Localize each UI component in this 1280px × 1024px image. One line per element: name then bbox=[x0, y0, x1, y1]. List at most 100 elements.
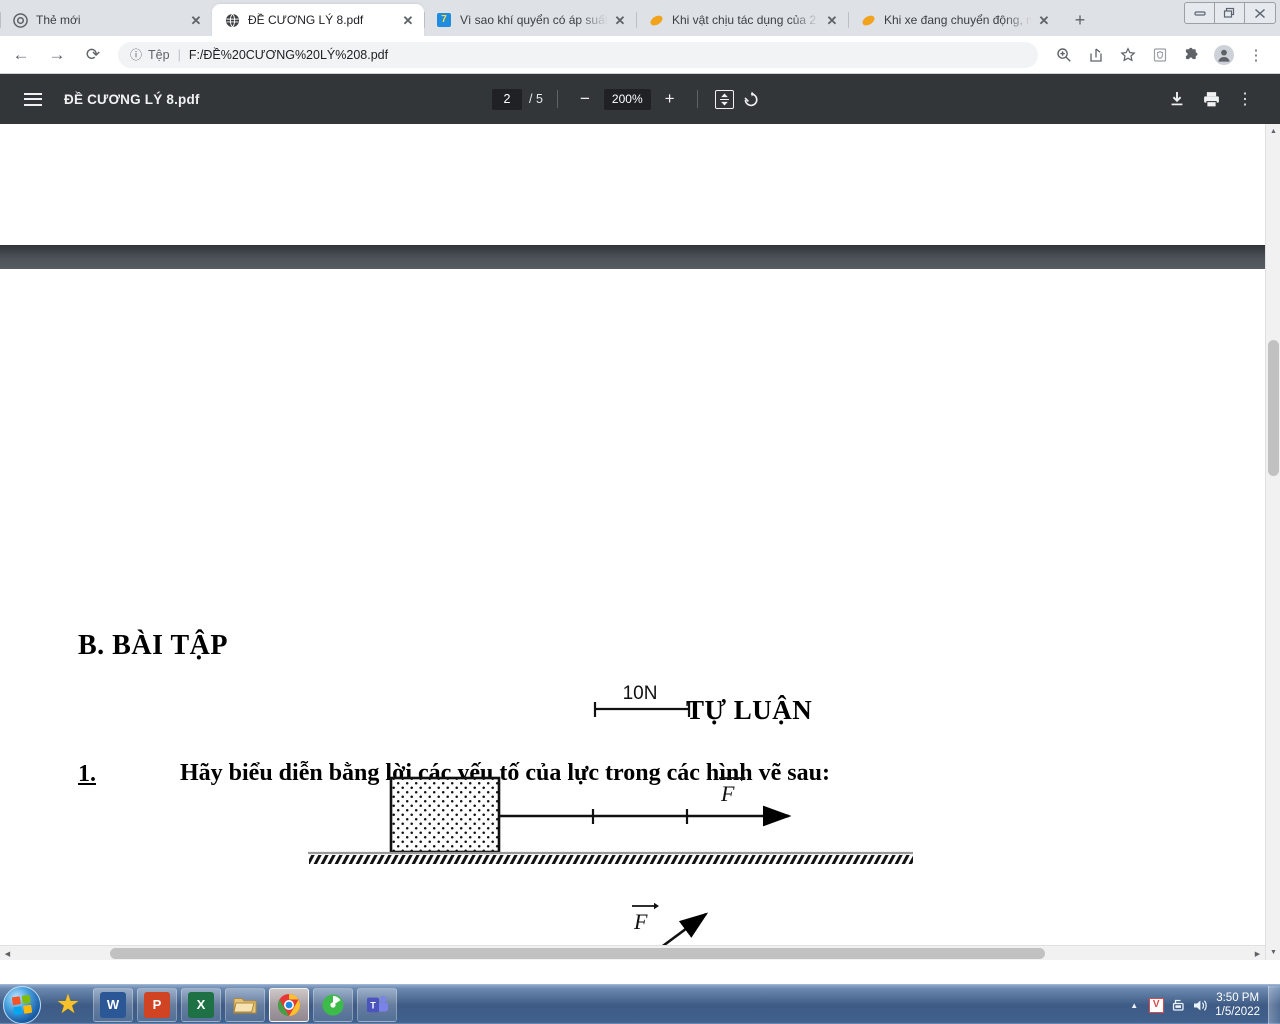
tab-close-button[interactable]: ✕ bbox=[400, 12, 416, 28]
taskbar-item-powerpoint[interactable]: P bbox=[137, 987, 177, 1022]
tab-close-button[interactable]: ✕ bbox=[612, 12, 628, 28]
pdf-more-options-button[interactable]: ⋮ bbox=[1228, 82, 1262, 116]
horizontal-scroll-thumb[interactable] bbox=[110, 948, 1045, 959]
divider bbox=[556, 90, 558, 108]
vertical-scrollbar[interactable]: ▲ ▼ bbox=[1265, 124, 1280, 960]
tab-title: Khi xe đang chuyển động, m bbox=[884, 13, 1032, 27]
taskbar-app-group: W P X T bbox=[93, 987, 397, 1022]
browser-tab-2-active[interactable]: ĐỀ CƯƠNG LÝ 8.pdf ✕ bbox=[212, 4, 424, 36]
taskbar-item-word[interactable]: W bbox=[93, 987, 133, 1022]
tab-title: ĐỀ CƯƠNG LÝ 8.pdf bbox=[248, 13, 364, 27]
zoom-in-icon[interactable] bbox=[1050, 41, 1078, 69]
close-window-button[interactable] bbox=[1245, 3, 1275, 23]
page-number-input[interactable]: 2 bbox=[492, 88, 522, 110]
system-tray: ▲ V 3:50 PM 1/5/2022 bbox=[1123, 985, 1280, 1024]
pdf-actions: ⋮ bbox=[1160, 74, 1262, 124]
windows-logo-icon bbox=[11, 994, 33, 1015]
powerpoint-icon: P bbox=[144, 991, 170, 1018]
zoom-level-label[interactable]: 200% bbox=[603, 88, 651, 110]
taskbar-item-teams[interactable]: T bbox=[357, 987, 397, 1022]
file-explorer-icon bbox=[232, 992, 258, 1018]
show-desktop-button[interactable] bbox=[1268, 986, 1280, 1024]
browser-tab-3[interactable]: 7 Vì sao khí quyển có áp suất ? ✕ bbox=[424, 4, 636, 36]
chrome-icon bbox=[276, 992, 302, 1018]
svg-text:F: F bbox=[633, 909, 648, 934]
word-icon: W bbox=[100, 991, 126, 1018]
omnibox-separator: | bbox=[177, 47, 181, 62]
extensions-puzzle-icon[interactable] bbox=[1178, 41, 1206, 69]
print-button[interactable] bbox=[1194, 82, 1228, 116]
download-button[interactable] bbox=[1160, 82, 1194, 116]
volume-icon[interactable] bbox=[1189, 993, 1211, 1017]
tab-strip: Thẻ mới ✕ ĐỀ CƯƠNG LÝ 8.pdf ✕ 7 Vì sao k… bbox=[0, 0, 1280, 36]
bookmark-star-icon[interactable] bbox=[1114, 41, 1142, 69]
teams-icon: T bbox=[364, 992, 390, 1018]
zoom-out-button[interactable]: − bbox=[572, 86, 598, 112]
tab-title: Thẻ mới bbox=[36, 13, 81, 27]
pdf-page-viewport[interactable]: B. BÀI TẬP TỰ LUẬN 1. Hãy biểu diễn bằng… bbox=[0, 124, 1280, 960]
profile-avatar-icon[interactable] bbox=[1210, 41, 1238, 69]
page-separator: / bbox=[529, 92, 533, 106]
show-hidden-icons-icon[interactable]: ▲ bbox=[1123, 993, 1145, 1017]
vertical-scroll-thumb[interactable] bbox=[1268, 340, 1279, 476]
share-icon[interactable] bbox=[1082, 41, 1110, 69]
scroll-right-button[interactable]: ▶ bbox=[1250, 946, 1265, 961]
browser-tab-5[interactable]: Khi xe đang chuyển động, m ✕ bbox=[848, 4, 1060, 36]
favorites-star-icon[interactable]: ★ bbox=[51, 988, 85, 1022]
taskbar-item-chrome[interactable] bbox=[269, 987, 309, 1022]
unikey-letter: V bbox=[1148, 997, 1164, 1013]
scroll-down-button[interactable]: ▼ bbox=[1266, 945, 1280, 960]
shield-icon[interactable] bbox=[1146, 41, 1174, 69]
green-app-icon bbox=[320, 992, 346, 1018]
physics-figure-2: F bbox=[632, 902, 709, 960]
excel-icon: X bbox=[188, 991, 214, 1018]
unikey-icon[interactable]: V bbox=[1145, 993, 1167, 1017]
taskbar-item-excel[interactable]: X bbox=[181, 987, 221, 1022]
divider bbox=[696, 90, 698, 108]
clock-time: 3:50 PM bbox=[1216, 992, 1260, 1004]
new-tab-button[interactable]: + bbox=[1066, 6, 1094, 34]
browser-tab-1[interactable]: Thẻ mới ✕ bbox=[0, 4, 212, 36]
address-bar[interactable]: ⓘ Tệp | F:/ĐỀ%20CƯƠNG%20LÝ%208.pdf bbox=[118, 41, 1038, 68]
url-scheme-label: Tệp bbox=[148, 47, 170, 62]
avatar bbox=[1214, 44, 1234, 65]
tab-close-button[interactable]: ✕ bbox=[188, 12, 204, 28]
zoom-in-button[interactable]: + bbox=[657, 86, 683, 112]
svg-text:T: T bbox=[370, 1000, 376, 1010]
powerpoint-letter: P bbox=[152, 997, 162, 1012]
tab-title: Khi vật chịu tác dụng của 2 lự bbox=[672, 13, 820, 27]
forward-button[interactable]: → bbox=[42, 40, 72, 70]
browser-tab-4[interactable]: Khi vật chịu tác dụng của 2 lự ✕ bbox=[636, 4, 848, 36]
chrome-menu-icon[interactable]: ⋮ bbox=[1242, 41, 1270, 69]
taskbar-item-green-app[interactable] bbox=[313, 987, 353, 1022]
scroll-up-button[interactable]: ▲ bbox=[1266, 124, 1280, 139]
start-button[interactable] bbox=[3, 985, 41, 1024]
pdf-viewer-toolbar: ĐỀ CƯƠNG LÝ 8.pdf 2 / 5 − 200% + ⋮ bbox=[0, 74, 1280, 124]
taskbar-item-file-explorer[interactable] bbox=[225, 987, 265, 1022]
sidebar-toggle-icon[interactable] bbox=[24, 92, 42, 106]
tab-close-button[interactable]: ✕ bbox=[1036, 12, 1052, 28]
maximize-restore-button[interactable] bbox=[1215, 3, 1245, 23]
show-hidden-glyph: ▲ bbox=[1130, 1000, 1139, 1010]
total-pages: 5 bbox=[535, 92, 543, 106]
pdf-page-zoom-controls: 2 / 5 − 200% + bbox=[492, 74, 764, 124]
taskbar-clock[interactable]: 3:50 PM 1/5/2022 bbox=[1215, 991, 1260, 1019]
excel-letter: X bbox=[196, 997, 206, 1012]
tab-close-button[interactable]: ✕ bbox=[824, 12, 840, 28]
seven-icon: 7 bbox=[436, 12, 452, 28]
url-text: F:/ĐỀ%20CƯƠNG%20LÝ%208.pdf bbox=[188, 47, 389, 62]
horizontal-scrollbar[interactable]: ◀ ▶ bbox=[0, 945, 1265, 960]
back-button[interactable]: ← bbox=[6, 40, 36, 70]
network-icon[interactable] bbox=[1167, 993, 1189, 1017]
minimize-button[interactable] bbox=[1185, 3, 1215, 23]
rotate-button[interactable] bbox=[738, 86, 764, 112]
scroll-left-button[interactable]: ◀ bbox=[0, 946, 15, 961]
toolbar-icon-group: ⋮ bbox=[1048, 41, 1280, 69]
fit-page-button[interactable] bbox=[712, 86, 738, 112]
pdf-globe-icon bbox=[224, 12, 240, 28]
page-count-label: / 5 bbox=[529, 92, 543, 106]
windows-taskbar: ★ W P X T ▲ V 3:50 PM 1/5/2022 bbox=[0, 984, 1280, 1024]
reload-button[interactable]: ⟳ bbox=[78, 40, 108, 70]
page-info-icon[interactable]: ⓘ bbox=[130, 46, 142, 63]
browser-window: Thẻ mới ✕ ĐỀ CƯƠNG LÝ 8.pdf ✕ 7 Vì sao k… bbox=[0, 0, 1280, 1024]
